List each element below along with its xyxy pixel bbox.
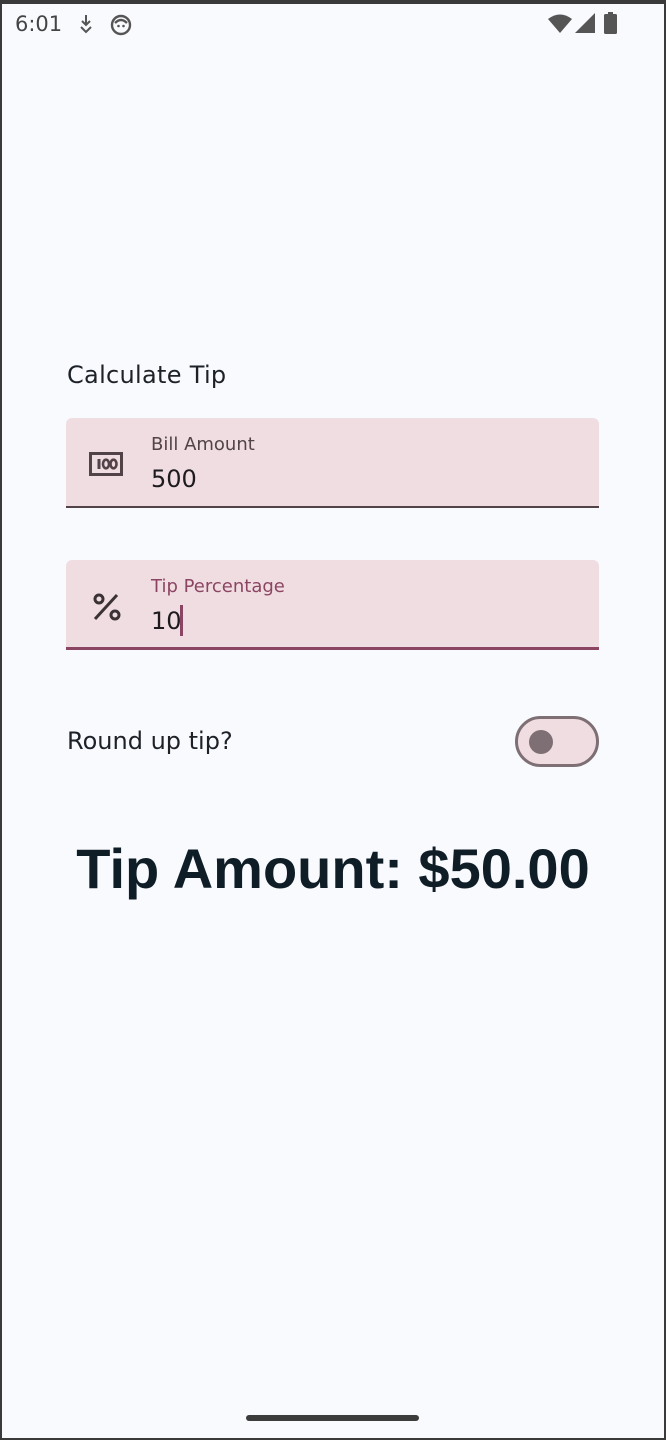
status-time: 6:01: [15, 12, 63, 36]
wifi-icon: [548, 14, 572, 33]
bill-amount-field[interactable]: Bill Amount 500: [66, 418, 599, 508]
switch-thumb: [529, 730, 553, 754]
round-up-label: Round up tip?: [67, 727, 233, 755]
cellular-signal-icon: [575, 13, 595, 33]
money-icon: [89, 452, 123, 476]
percent-icon: [93, 593, 121, 621]
tip-amount-result: Tip Amount: $50.00: [76, 837, 590, 900]
tip-percentage-input[interactable]: 10: [151, 604, 571, 638]
app-screen: 6:01 Calculate Tip Bill Amount 500 Tip P…: [2, 4, 664, 1438]
tip-percentage-label: Tip Percentage: [151, 576, 285, 597]
round-up-switch[interactable]: [515, 716, 599, 767]
text-cursor: [180, 605, 183, 636]
bill-amount-label: Bill Amount: [151, 434, 255, 455]
page-title: Calculate Tip: [67, 361, 227, 389]
app-notification-icon: [110, 14, 132, 36]
download-status-icon: [80, 15, 92, 34]
bill-amount-input[interactable]: 500: [151, 462, 571, 496]
battery-icon: [604, 12, 617, 34]
tip-percentage-field[interactable]: Tip Percentage 10: [66, 560, 599, 650]
status-bar: 6:01: [2, 4, 664, 44]
home-gesture-bar[interactable]: [246, 1415, 419, 1421]
